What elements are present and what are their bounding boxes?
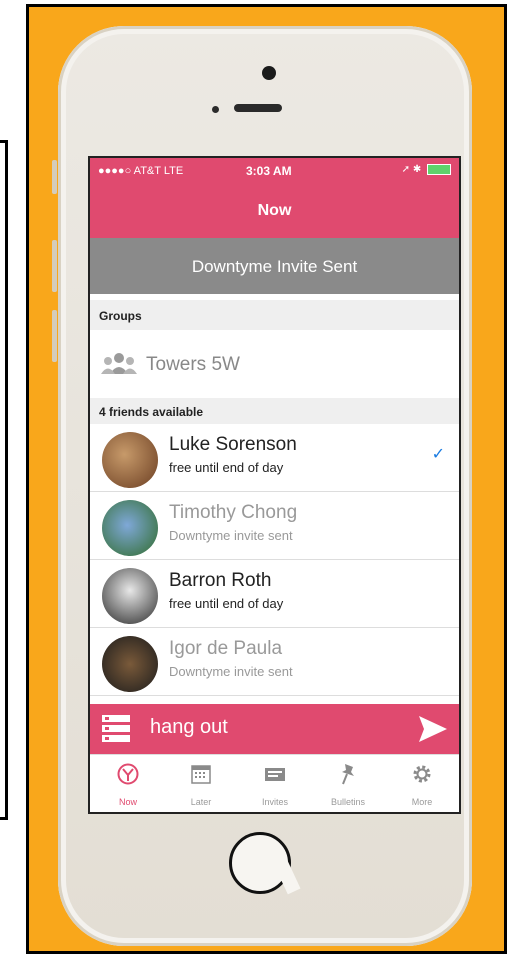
now-icon [117, 763, 139, 785]
hang-out-label: hang out [150, 716, 228, 738]
group-name: Towers 5W [146, 354, 240, 375]
friends-header: 4 friends available [90, 398, 459, 424]
tab-bulletins[interactable]: Bulletins [313, 755, 383, 812]
friend-status: free until end of day [169, 460, 284, 475]
friend-name: Igor de Paula [169, 638, 283, 659]
tab-label: Later [190, 797, 212, 807]
calendar-icon [191, 765, 211, 784]
gear-icon [413, 765, 431, 783]
group-icon [101, 353, 137, 374]
status-time: 3:03 AM [246, 164, 292, 178]
proximity-sensor [212, 106, 219, 113]
friend-row-barron[interactable]: Barron Roth free until end of day [90, 560, 459, 628]
carrier-text: ●●●●○ AT&T LTE [98, 165, 184, 177]
friend-status: free until end of day [169, 596, 284, 611]
friend-status: Downtyme invite sent [169, 664, 293, 679]
friend-row-timothy[interactable]: Timothy Chong Downtyme invite sent [90, 492, 459, 560]
front-camera [262, 66, 276, 80]
tab-now[interactable]: Now [93, 755, 163, 812]
avatar [102, 568, 158, 624]
location-bluetooth-icons: ➚ ✱ [401, 164, 422, 176]
friend-row-luke[interactable]: Luke Sorenson free until end of day ✓ [90, 424, 459, 492]
mute-switch [52, 160, 57, 194]
page-title: Now [257, 202, 292, 219]
invites-icon [265, 768, 285, 781]
hang-out-bar[interactable]: hang out [90, 704, 459, 754]
friend-name: Timothy Chong [169, 502, 298, 523]
avatar [102, 432, 158, 488]
tab-invites[interactable]: Invites [240, 755, 310, 812]
list-icon[interactable] [102, 714, 130, 744]
invite-sent-banner: Downtyme Invite Sent [90, 238, 459, 294]
nav-bar: Now [90, 184, 459, 238]
app-screen: ●●●●○ AT&T LTE 3:03 AM ➚ ✱ Now Downtyme … [88, 156, 461, 814]
groups-header: Groups [90, 300, 459, 330]
avatar [102, 500, 158, 556]
earpiece-speaker [234, 104, 282, 112]
left-frame [0, 140, 8, 820]
tab-more[interactable]: More [387, 755, 457, 812]
tab-label: Invites [261, 797, 288, 807]
home-button[interactable] [229, 832, 291, 894]
friend-status: Downtyme invite sent [169, 528, 293, 543]
friend-row-igor[interactable]: Igor de Paula Downtyme invite sent [90, 628, 459, 696]
banner-text: Downtyme Invite Sent [191, 257, 358, 276]
group-row-towers[interactable]: Towers 5W [90, 330, 459, 395]
checkmark-icon: ✓ [431, 446, 445, 463]
tab-label: Bulletins [330, 797, 366, 807]
volume-down-button [52, 310, 57, 362]
friend-name: Barron Roth [169, 570, 272, 591]
tab-bar: Now Later Invites Bulletins More [90, 754, 459, 812]
battery-icon [427, 164, 451, 175]
friend-name: Luke Sorenson [169, 434, 297, 455]
pin-icon [342, 764, 354, 785]
groups-header-label: Groups [99, 309, 142, 323]
status-bar: ●●●●○ AT&T LTE 3:03 AM ➚ ✱ [90, 158, 459, 184]
tab-label: Now [118, 797, 137, 807]
status-icons: ➚ ✱ [402, 164, 451, 175]
tab-label: More [411, 797, 433, 807]
tab-later[interactable]: Later [166, 755, 236, 812]
friends-header-label: 4 friends available [99, 405, 204, 419]
avatar [102, 636, 158, 692]
send-icon[interactable] [419, 716, 447, 742]
volume-up-button [52, 240, 57, 292]
